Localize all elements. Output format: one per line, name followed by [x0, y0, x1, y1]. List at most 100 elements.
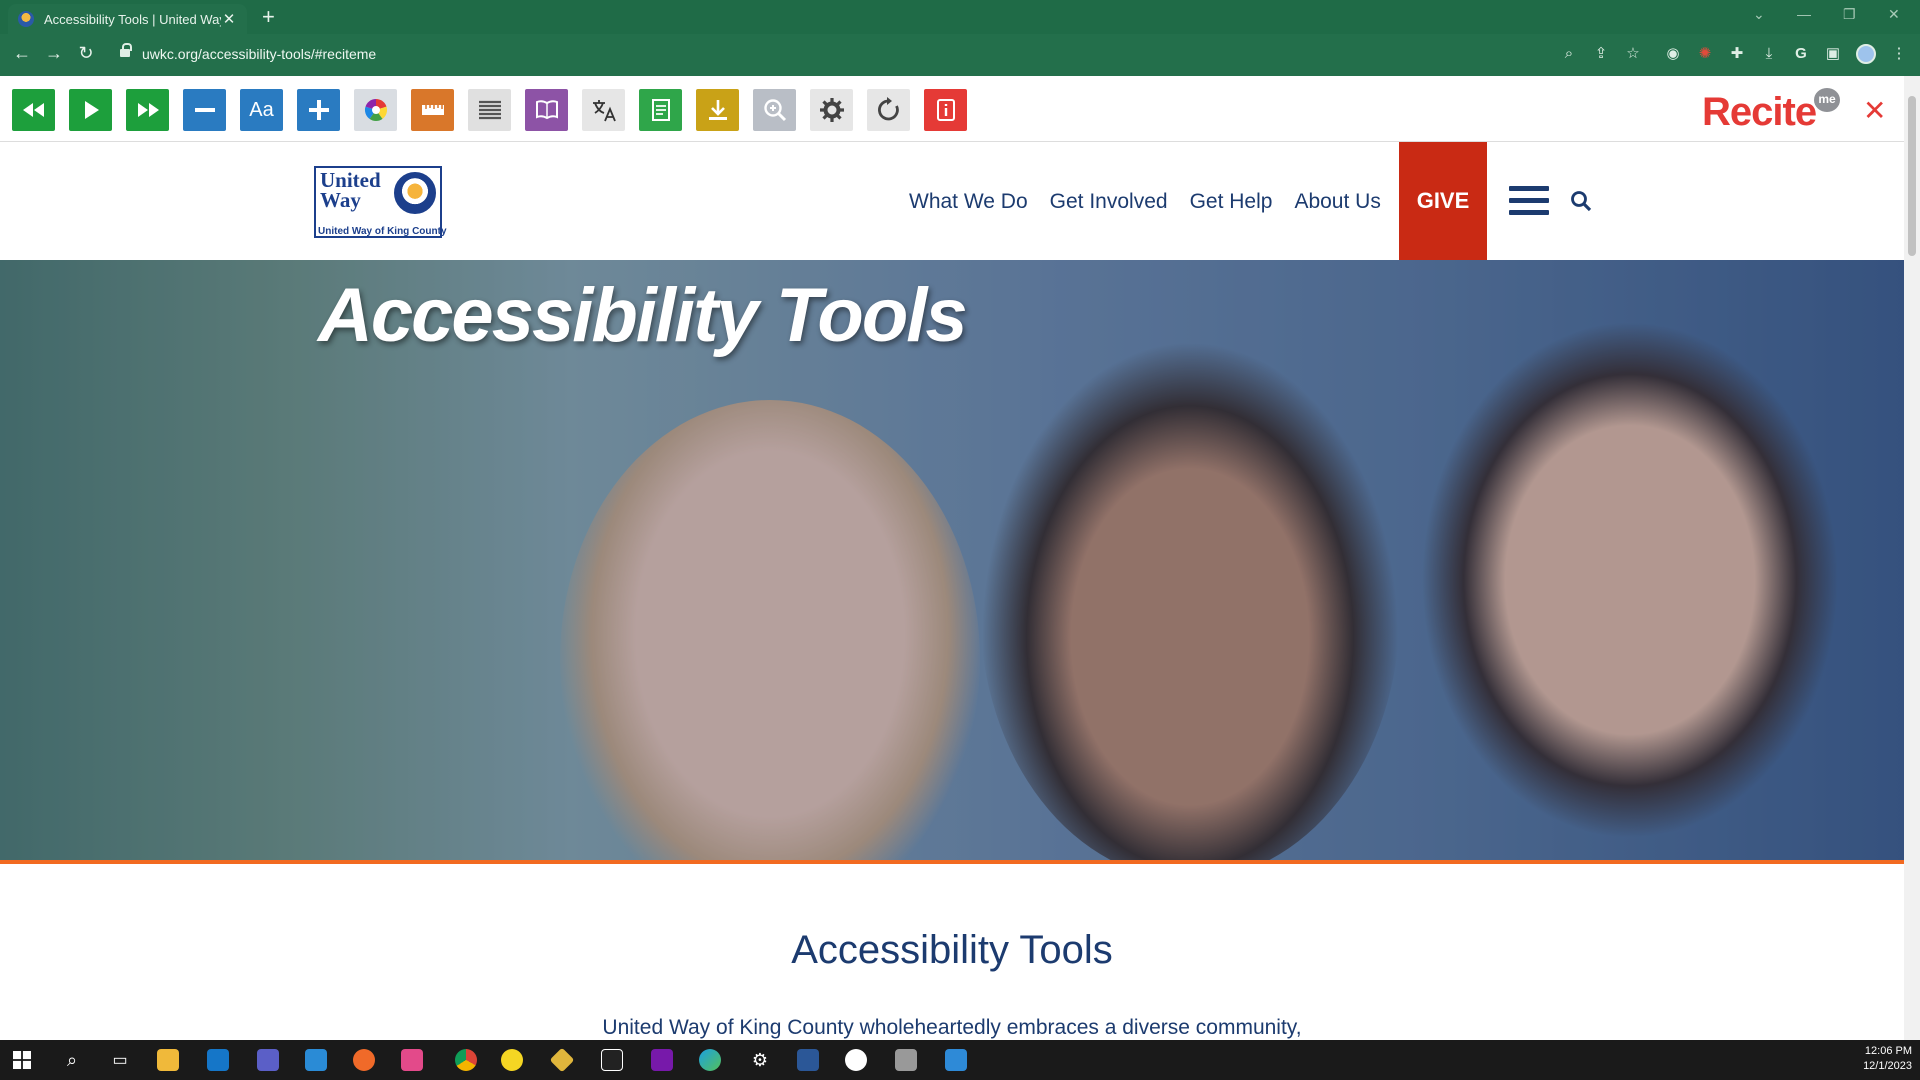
nav-about-us[interactable]: About Us: [1294, 190, 1380, 214]
screenshot-app-icon[interactable]: [396, 1045, 428, 1075]
url-text[interactable]: uwkc.org/accessibility-tools/#reciteme: [142, 46, 376, 62]
screen-mask-icon: [478, 100, 501, 120]
magnifier-icon: [763, 99, 786, 122]
norton-icon[interactable]: [496, 1045, 528, 1075]
edge-icon[interactable]: [694, 1045, 726, 1075]
extension-red-icon[interactable]: ✺: [1696, 45, 1714, 63]
media-player-icon[interactable]: [840, 1045, 872, 1075]
zoom-icon[interactable]: ⌕: [1560, 45, 1578, 63]
text-only-button[interactable]: [639, 89, 682, 131]
outlook-icon[interactable]: [202, 1045, 234, 1075]
chrome-icon[interactable]: [450, 1045, 482, 1075]
git-app-icon[interactable]: [546, 1045, 578, 1075]
text-only-icon: [651, 99, 670, 121]
windows-taskbar: ⌕ ▭ ⚙ 12:06 PM 12/1/2023: [0, 1040, 1920, 1080]
settings-button[interactable]: [810, 89, 853, 131]
rewind-button[interactable]: [12, 89, 55, 131]
minimize-icon[interactable]: —: [1797, 6, 1811, 22]
file-explorer-icon[interactable]: [152, 1045, 184, 1075]
recite-logo: Recite: [1702, 90, 1817, 134]
menu-kebab-icon[interactable]: ⋮: [1890, 45, 1908, 63]
magnifier-button[interactable]: [753, 89, 796, 131]
recite-me-badge: me: [1814, 88, 1840, 112]
acrobat-icon[interactable]: [596, 1045, 628, 1075]
increase-text-button[interactable]: [297, 89, 340, 131]
color-settings-button[interactable]: [354, 89, 397, 131]
rewind-icon: [22, 103, 44, 117]
vscode-icon[interactable]: [300, 1045, 332, 1075]
hero-title: Accessibility Tools: [318, 273, 968, 358]
onenote-icon[interactable]: [646, 1045, 678, 1075]
nav-what-we-do[interactable]: What We Do: [909, 190, 1028, 214]
nav-get-involved[interactable]: Get Involved: [1050, 190, 1168, 214]
page-scrollbar[interactable]: [1904, 76, 1920, 1040]
user-guide-button[interactable]: [924, 89, 967, 131]
inkscape-icon[interactable]: [890, 1045, 922, 1075]
browser-toolbar: ← → ↻ uwkc.org/accessibility-tools/#reci…: [0, 34, 1920, 76]
united-way-favicon-icon: [18, 11, 34, 27]
tab-search-icon[interactable]: ⌄: [1753, 6, 1765, 23]
lock-icon[interactable]: [120, 43, 132, 59]
color-wheel-icon: [364, 98, 387, 122]
forward-icon[interactable]: →: [42, 43, 66, 64]
search-icon[interactable]: [1570, 190, 1592, 212]
new-tab-icon[interactable]: +: [262, 6, 275, 28]
hero-banner: Accessibility Tools: [0, 260, 1904, 860]
side-panel-icon[interactable]: ▣: [1824, 45, 1842, 63]
ruler-icon: [421, 105, 444, 115]
translate-icon: [592, 100, 616, 122]
taskbar-search-icon[interactable]: ⌕: [56, 1045, 88, 1075]
give-button[interactable]: GIVE: [1399, 142, 1487, 260]
nav-get-help[interactable]: Get Help: [1190, 190, 1273, 214]
tab-title: Accessibility Tools | United Way: [44, 11, 221, 27]
fast-forward-icon: [137, 103, 159, 117]
fast-forward-button[interactable]: [126, 89, 169, 131]
play-button[interactable]: [69, 89, 112, 131]
decrease-text-button[interactable]: [183, 89, 226, 131]
user-guide-icon: [936, 99, 955, 121]
system-clock[interactable]: 12:06 PM 12/1/2023: [1863, 1044, 1912, 1074]
close-tab-icon[interactable]: ✕: [221, 10, 237, 28]
reset-button[interactable]: [867, 89, 910, 131]
power-automate-icon[interactable]: [940, 1045, 972, 1075]
word-icon[interactable]: [792, 1045, 824, 1075]
teams-icon[interactable]: [252, 1045, 284, 1075]
task-view-icon[interactable]: ▭: [104, 1045, 136, 1075]
clock-time: 12:06 PM: [1864, 1045, 1912, 1057]
browser-tab[interactable]: Accessibility Tools | United Way ✕: [8, 4, 247, 34]
gear-icon: [819, 98, 844, 122]
play-icon: [84, 101, 99, 119]
download-mp3-button[interactable]: [696, 89, 739, 131]
reload-icon[interactable]: ↻: [74, 43, 98, 64]
bookmark-star-icon[interactable]: ☆: [1624, 45, 1642, 63]
google-icon[interactable]: G: [1792, 45, 1810, 63]
firefox-icon[interactable]: [348, 1045, 380, 1075]
profile-avatar[interactable]: [1856, 44, 1876, 64]
reset-icon: [877, 97, 899, 121]
ruler-button[interactable]: [411, 89, 454, 131]
windows-start-icon[interactable]: [6, 1045, 38, 1075]
dictionary-button[interactable]: [525, 89, 568, 131]
extension-icon[interactable]: ◉: [1664, 45, 1682, 63]
scrollbar-thumb[interactable]: [1908, 96, 1916, 256]
back-icon[interactable]: ←: [10, 43, 34, 64]
clock-date: 12/1/2023: [1863, 1060, 1912, 1072]
recite-close-icon[interactable]: ✕: [1863, 97, 1886, 125]
font-label: Aa: [249, 98, 274, 121]
intro-paragraph: United Way of King County wholeheartedly…: [602, 1016, 1302, 1039]
logo-wordmark: United Way: [320, 168, 381, 212]
main-navigation: What We Do Get Involved Get Help About U…: [909, 190, 1381, 214]
minus-icon: [194, 108, 215, 112]
close-window-icon[interactable]: ✕: [1888, 6, 1900, 23]
downloads-icon[interactable]: ⤓: [1760, 45, 1778, 63]
screen-mask-button[interactable]: [468, 89, 511, 131]
extensions-puzzle-icon[interactable]: ✚: [1728, 45, 1746, 63]
restore-icon[interactable]: ❐: [1843, 6, 1856, 23]
hamburger-menu-icon[interactable]: [1509, 186, 1549, 218]
share-icon[interactable]: ⇪: [1592, 45, 1610, 63]
font-button[interactable]: Aa: [240, 89, 283, 131]
plus-icon: [308, 100, 329, 120]
page-title: Accessibility Tools: [791, 928, 1113, 972]
translate-button[interactable]: [582, 89, 625, 131]
settings-app-icon[interactable]: ⚙: [744, 1045, 776, 1075]
